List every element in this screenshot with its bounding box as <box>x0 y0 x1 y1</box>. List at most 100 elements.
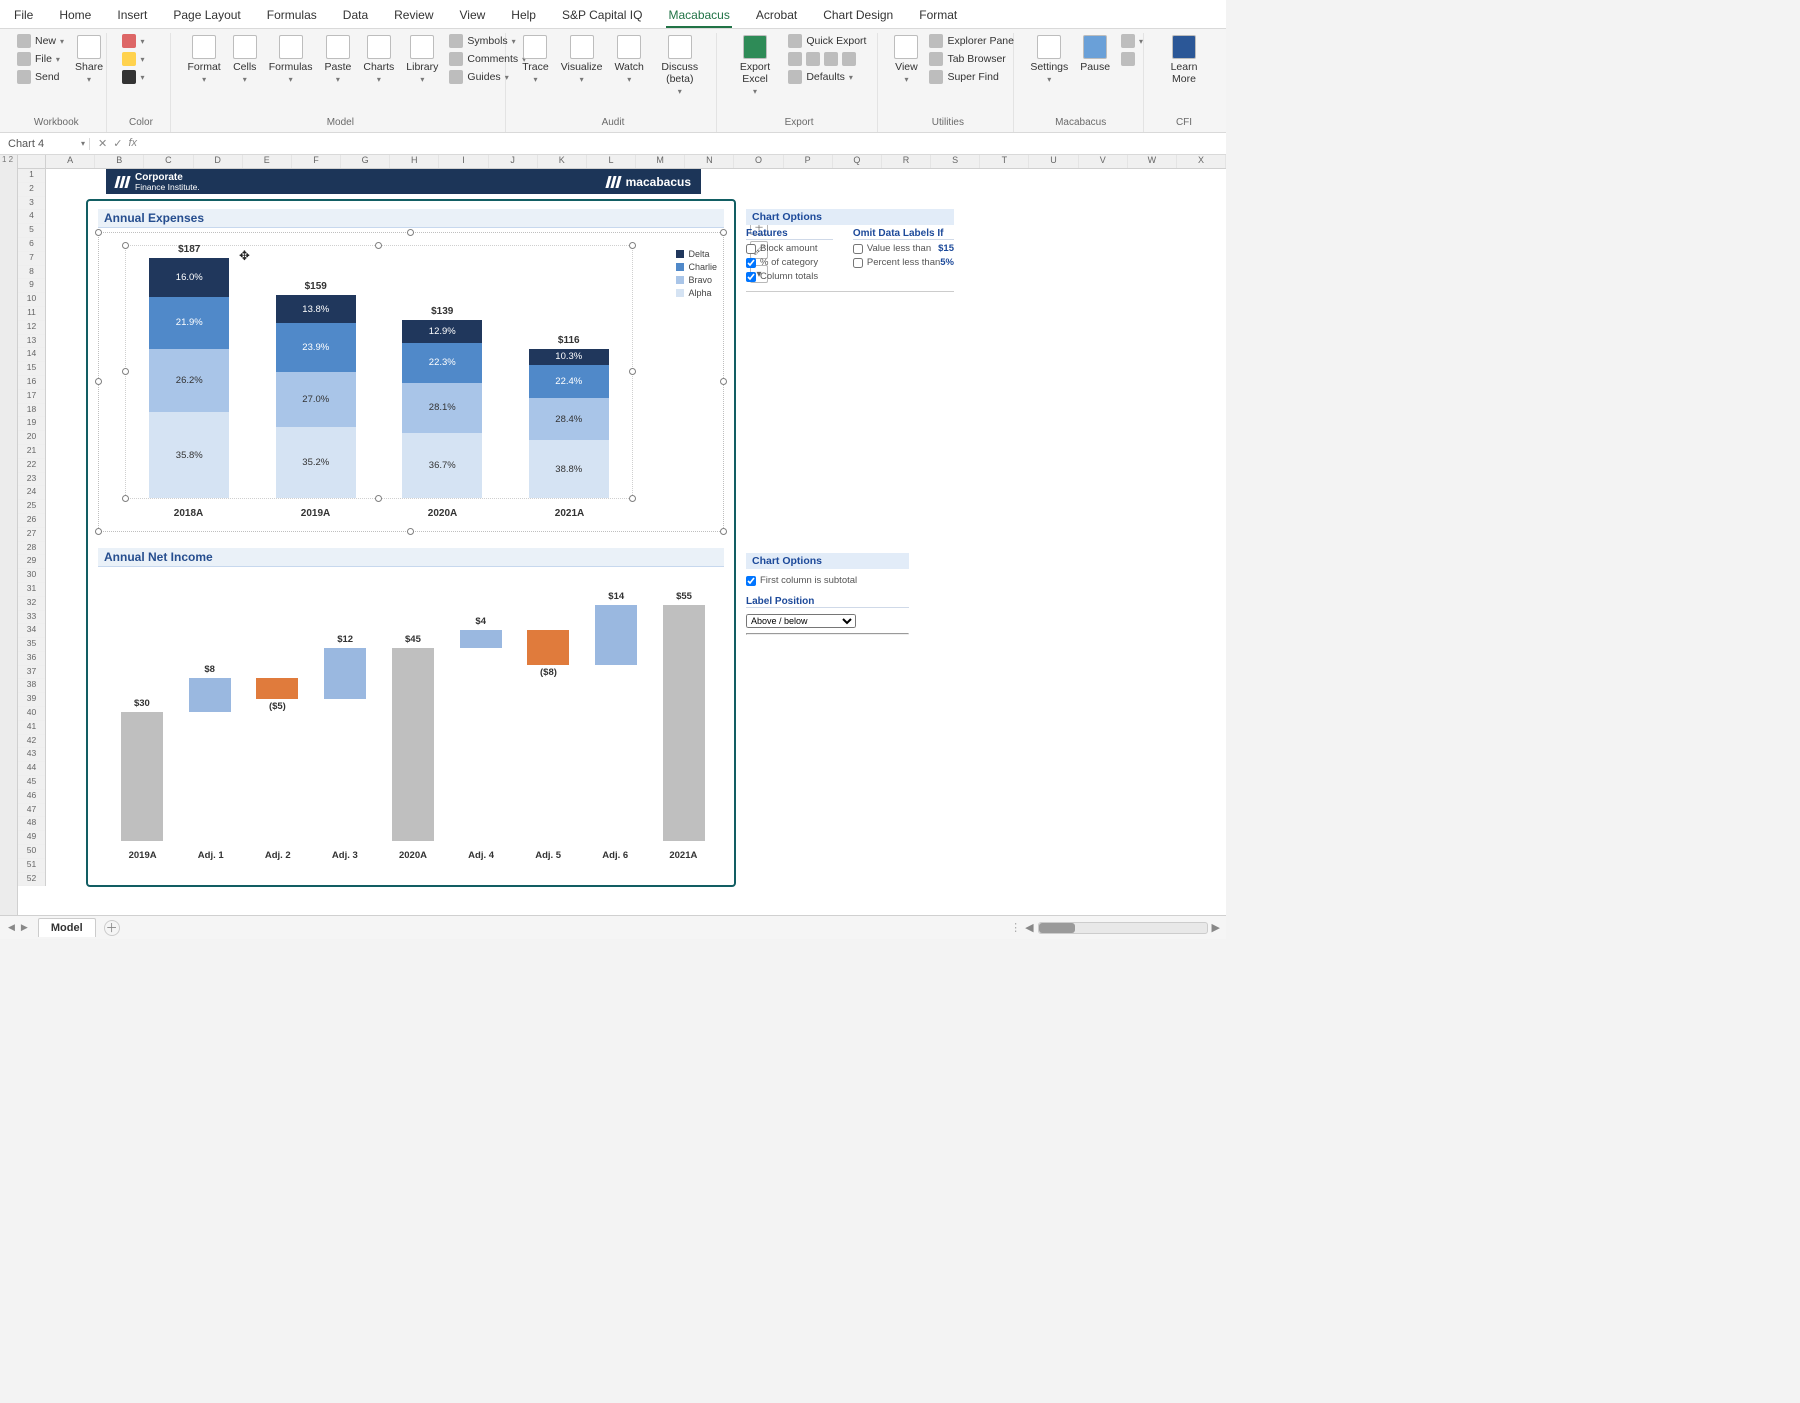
macabacus-bars-icon <box>605 176 621 188</box>
quick-export-button[interactable]: Quick Export <box>785 33 869 49</box>
resize-handle[interactable] <box>720 229 727 236</box>
brand-banner: CorporateFinance Institute. macabacus <box>106 169 701 194</box>
super-find-button[interactable]: Super Find <box>926 69 1017 85</box>
symbols-icon <box>449 34 463 48</box>
trace-button[interactable]: Trace▾ <box>518 33 552 86</box>
resize-handle[interactable] <box>720 378 727 385</box>
tab-split[interactable]: ⋮ <box>1010 921 1021 934</box>
learn-more-button[interactable]: Learn More <box>1156 33 1212 87</box>
resize-handle[interactable] <box>95 229 102 236</box>
resize-handle[interactable] <box>407 528 414 535</box>
tab-macabacus[interactable]: Macabacus <box>666 4 731 28</box>
hscroll-track[interactable] <box>1038 922 1208 934</box>
tab-formulas[interactable]: Formulas <box>265 4 319 28</box>
tab-chart-design[interactable]: Chart Design <box>821 4 895 28</box>
sheet-tab-model[interactable]: Model <box>38 918 96 937</box>
export-shapes[interactable] <box>785 51 869 67</box>
chart1-plot-area[interactable]: $18735.8%26.2%21.9%16.0%$15935.2%27.0%23… <box>125 245 633 499</box>
label-position-select[interactable]: Above / below <box>746 614 856 628</box>
chart1-legend[interactable]: Delta Charlie Bravo Alpha <box>676 249 717 301</box>
format-icon <box>192 35 216 59</box>
row-headers[interactable]: 1234567891011121314151617181920212223242… <box>18 169 46 886</box>
tab-insert[interactable]: Insert <box>115 4 149 28</box>
formula-bar: Chart 4▾ ✕ ✓ fx <box>0 133 1226 155</box>
tab-file[interactable]: File <box>12 4 35 28</box>
discuss-beta--button[interactable]: Discuss (beta)▾ <box>652 33 708 98</box>
sound-button[interactable] <box>1118 51 1146 67</box>
format-button[interactable]: Format▾ <box>183 33 224 86</box>
view-button[interactable]: View▾ <box>890 33 922 86</box>
paste-icon <box>326 35 350 59</box>
chart-options-1: Chart Options Features Block amount % of… <box>746 209 954 298</box>
tab-data[interactable]: Data <box>341 4 370 28</box>
new-button[interactable]: New▾ <box>14 33 67 49</box>
resize-handle[interactable] <box>720 528 727 535</box>
paste-button[interactable]: Paste▾ <box>321 33 356 86</box>
chart1-selected[interactable]: ✥ $18735.8%26.2%21.9%16.0%$15935.2%27.0%… <box>98 232 724 532</box>
send-button[interactable]: Send <box>14 69 67 85</box>
outline-levels[interactable]: 1 2 <box>0 155 18 915</box>
settings-button[interactable]: Settings▾ <box>1026 33 1072 86</box>
fontcolor-icon <box>122 34 136 48</box>
hscroll-thumb[interactable] <box>1039 923 1075 933</box>
pause-button[interactable]: Pause <box>1076 33 1114 75</box>
chart2-waterfall[interactable]: $30$8($5)$12$45$4($8)$14$55 2019AAdj. 1A… <box>98 571 724 871</box>
cb-column-totals[interactable]: Column totals <box>746 271 833 282</box>
comments-icon <box>449 52 463 66</box>
explorer-pane-button[interactable]: Explorer Pane <box>926 33 1017 49</box>
tab-review[interactable]: Review <box>392 4 435 28</box>
ribbon: New▾ File▾ Send Share▾ Workbook ▾ ▾ ▾ Co… <box>0 29 1226 133</box>
sheet-nav[interactable]: ◀▶ <box>6 922 30 933</box>
fontcolor-button[interactable]: ▾ <box>119 33 147 49</box>
help-button[interactable]: ▾ <box>1118 33 1146 49</box>
fillcolor-button[interactable]: ▾ <box>119 51 147 67</box>
tab-home[interactable]: Home <box>57 4 93 28</box>
fillcolor-icon <box>122 52 136 66</box>
accept-formula-icon[interactable]: ✓ <box>113 137 122 150</box>
library-button[interactable]: Library▾ <box>402 33 442 86</box>
cb-first-subtotal[interactable]: First column is subtotal <box>746 575 909 586</box>
cb-pct-category[interactable]: % of category <box>746 257 833 268</box>
tab-format[interactable]: Format <box>917 4 959 28</box>
bordercolor-button[interactable]: ▾ <box>119 69 147 85</box>
file-button[interactable]: File▾ <box>14 51 67 67</box>
fx-icon[interactable]: fx <box>128 137 137 150</box>
hscroll-right[interactable]: ▶ <box>1212 921 1220 934</box>
cb-block-amount[interactable]: Block amount <box>746 243 833 254</box>
tab-view[interactable]: View <box>458 4 488 28</box>
cb-percent-less[interactable]: Percent less than <box>853 257 940 268</box>
share-button[interactable]: Share▾ <box>71 33 107 86</box>
add-sheet-button[interactable]: ＋ <box>104 920 120 936</box>
grid-content[interactable]: CorporateFinance Institute. macabacus An… <box>46 169 1226 915</box>
tab-acrobat[interactable]: Acrobat <box>754 4 799 28</box>
defaults-icon <box>788 70 802 84</box>
resize-handle[interactable] <box>95 528 102 535</box>
gear-icon <box>1037 35 1061 59</box>
defaults-menu[interactable]: Defaults▾ <box>785 69 869 85</box>
column-headers[interactable]: ABCDEFGHIJKLMNOPQRSTUVWX <box>18 155 1226 169</box>
visualize-button[interactable]: Visualize▾ <box>557 33 607 86</box>
resize-handle[interactable] <box>95 378 102 385</box>
charts-button[interactable]: Charts▾ <box>359 33 398 86</box>
export-excel-icon <box>743 35 767 59</box>
ribbon-group-color: ▾ ▾ ▾ Color <box>111 33 171 132</box>
name-box[interactable]: Chart 4▾ <box>0 138 90 150</box>
cfi-logo-icon <box>1172 35 1196 59</box>
hscroll-left[interactable]: ◀ <box>1025 921 1033 934</box>
cfi-bars-icon <box>114 176 130 188</box>
cells-button[interactable]: Cells▾ <box>229 33 261 86</box>
tab-s-p-capital-iq[interactable]: S&P Capital IQ <box>560 4 644 28</box>
tab-help[interactable]: Help <box>509 4 538 28</box>
search-icon <box>929 70 943 84</box>
ribbon-group-audit: Trace▾Visualize▾Watch▾Discuss (beta)▾ Au… <box>510 33 716 132</box>
cancel-formula-icon[interactable]: ✕ <box>98 137 107 150</box>
formulas-button[interactable]: Formulas▾ <box>265 33 317 86</box>
chart-options-2: Chart Options First column is subtotal L… <box>746 553 909 640</box>
tab-browser-button[interactable]: Tab Browser <box>926 51 1017 67</box>
resize-handle[interactable] <box>407 229 414 236</box>
cb-value-less[interactable]: Value less than <box>853 243 931 254</box>
export-excel-button[interactable]: Export Excel▾ <box>729 33 782 98</box>
watch-button[interactable]: Watch▾ <box>611 33 648 86</box>
formulas-icon <box>279 35 303 59</box>
tab-page-layout[interactable]: Page Layout <box>171 4 242 28</box>
